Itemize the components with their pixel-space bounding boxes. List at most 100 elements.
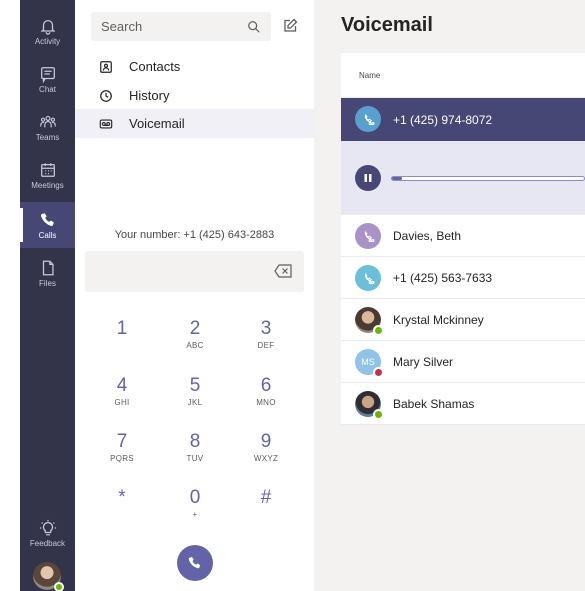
key-digit: 0: [189, 487, 201, 508]
calls-sidebar: Search Contacts History Voicemail Your n…: [75, 0, 314, 591]
caller-name: Krystal Mckinney: [393, 312, 484, 327]
calendar-icon: [40, 162, 55, 177]
dialpad-key-star[interactable]: *: [102, 487, 142, 509]
voicemail-panel: Voicemail Name +1 (425) 974-8072 Davies,…: [314, 0, 585, 591]
dialpad-key-6[interactable]: 6 MNO: [246, 375, 286, 409]
voicemail-caller-avatar: [355, 265, 381, 291]
voicemail-row[interactable]: MS Mary Silver: [341, 341, 585, 383]
voicemail-caller-icon: [364, 272, 374, 284]
voicemail-caller-avatar: [355, 106, 381, 132]
voicemail-row[interactable]: +1 (425) 974-8072: [341, 98, 585, 141]
key-letters: PQRS: [110, 454, 134, 463]
avatar: [355, 391, 384, 420]
key-digit: 3: [260, 318, 272, 339]
voicemail-row[interactable]: Krystal Mckinney: [341, 299, 585, 341]
presence-available-indicator: [373, 409, 384, 420]
search-input[interactable]: Search: [91, 12, 271, 41]
caller-name: Davies, Beth: [393, 228, 462, 243]
page-title: Voicemail: [341, 14, 433, 36]
nav-item-label: Voicemail: [129, 116, 185, 131]
phone-icon: [40, 212, 54, 226]
key-letters: JKL: [187, 398, 203, 407]
teams-calls-window: Activity Chat Teams Meetings Calls Files…: [0, 0, 585, 591]
dialpad-key-hash[interactable]: #: [246, 487, 286, 509]
caller-name: +1 (425) 563-7633: [393, 270, 493, 285]
search-placeholder: Search: [101, 19, 143, 34]
key-digit: 4: [116, 375, 128, 396]
rail-item-teams[interactable]: Teams: [20, 104, 75, 150]
rail-item-label: Meetings: [31, 180, 64, 190]
column-header-name[interactable]: Name: [341, 53, 585, 98]
key-letters: TUV: [186, 454, 204, 463]
pause-icon: [364, 174, 372, 182]
feedback-label: Feedback: [29, 538, 66, 548]
key-letters: DEF: [257, 341, 275, 350]
voicemail-row[interactable]: +1 (425) 563-7633: [341, 257, 585, 299]
presence-available-indicator: [373, 325, 384, 336]
contacts-icon: [100, 60, 112, 73]
nav-item-voicemail[interactable]: Voicemail: [75, 109, 314, 138]
rail-item-label: Activity: [34, 36, 61, 46]
voicemail-icon: [99, 118, 113, 129]
key-digit: 1: [116, 318, 128, 339]
call-button[interactable]: [177, 545, 213, 581]
bell-icon: [40, 19, 55, 35]
dialpad-key-7[interactable]: 7 PQRS: [102, 431, 142, 465]
playback-progress-bar[interactable]: [391, 176, 585, 181]
backspace-icon[interactable]: [274, 264, 292, 278]
current-user-avatar[interactable]: [33, 562, 64, 591]
avatar: [355, 307, 384, 336]
dialpad-key-3[interactable]: 3 DEF: [246, 318, 286, 352]
playback-progress-fill: [392, 177, 402, 180]
key-digit: 6: [260, 375, 272, 396]
pause-button[interactable]: [355, 165, 381, 191]
nav-item-label: History: [129, 88, 170, 103]
caller-name: Mary Silver: [393, 354, 454, 369]
presence-available-indicator: [54, 582, 64, 591]
voicemail-caller-icon: [364, 230, 374, 242]
dialpad-key-2[interactable]: 2 ABC: [175, 318, 215, 352]
lightbulb-icon: [39, 519, 56, 535]
app-rail: Activity Chat Teams Meetings Calls Files…: [20, 0, 75, 591]
rail-item-label: Files: [39, 278, 56, 288]
dial-number-input[interactable]: [85, 251, 304, 292]
your-number-text: Your number: +1 (425) 643-2883: [114, 229, 275, 241]
nav-item-history[interactable]: History: [75, 81, 314, 110]
rail-item-chat[interactable]: Chat: [20, 56, 75, 102]
nav-item-label: Contacts: [129, 59, 181, 74]
key-digit: 2: [189, 318, 201, 339]
key-digit: 9: [260, 431, 272, 452]
key-digit: #: [260, 487, 272, 508]
key-digit: 5: [189, 375, 201, 396]
voicemail-list: Name +1 (425) 974-8072 Davies, Beth +1 (…: [341, 53, 585, 425]
dialpad-key-8[interactable]: 8 TUV: [175, 431, 215, 465]
dialpad-key-0[interactable]: 0 +: [175, 487, 215, 521]
dialpad-key-5[interactable]: 5 JKL: [175, 375, 215, 409]
voicemail-caller-icon: [364, 113, 374, 125]
key-digit: *: [118, 487, 126, 508]
key-letters: WXYZ: [253, 454, 279, 463]
dialpad-key-9[interactable]: 9 WXYZ: [246, 431, 286, 465]
voicemail-row[interactable]: Davies, Beth: [341, 215, 585, 257]
caller-name: +1 (425) 974-8072: [393, 112, 493, 127]
voicemail-row[interactable]: Babek Shamas: [341, 383, 585, 425]
rail-item-activity[interactable]: Activity: [20, 8, 75, 54]
compose-icon[interactable]: [282, 18, 298, 34]
rail-item-label: Teams: [35, 132, 60, 142]
teams-icon: [39, 115, 56, 127]
rail-item-meetings[interactable]: Meetings: [20, 152, 75, 198]
rail-item-calls[interactable]: Calls: [20, 202, 75, 248]
avatar: MS: [355, 349, 384, 378]
avatar-initials: MS: [361, 357, 375, 367]
key-letters: MNO: [256, 398, 276, 407]
rail-item-files[interactable]: Files: [20, 250, 75, 296]
search-icon: [248, 20, 260, 33]
feedback-button[interactable]: Feedback: [20, 510, 75, 556]
rail-item-label: Chat: [39, 84, 56, 94]
file-icon: [42, 260, 54, 275]
dialpad-key-4[interactable]: 4 GHI: [102, 375, 142, 409]
dialpad-key-1[interactable]: 1: [102, 318, 142, 340]
voicemail-player: [341, 141, 585, 215]
caller-name: Babek Shamas: [393, 396, 475, 411]
nav-item-contacts[interactable]: Contacts: [75, 52, 314, 81]
